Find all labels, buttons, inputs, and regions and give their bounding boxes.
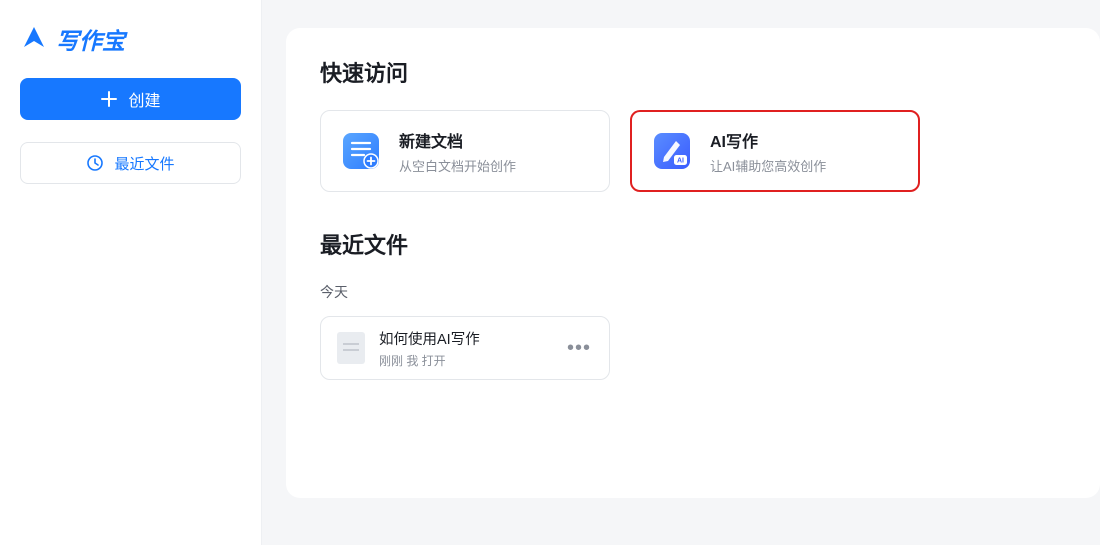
file-subtitle: 刚刚 我 打开 xyxy=(379,352,480,369)
plus-icon xyxy=(100,90,118,108)
clock-icon xyxy=(86,154,104,172)
ai-write-icon: AI xyxy=(650,129,694,173)
ai-write-card[interactable]: AI AI写作 让AI辅助您高效创作 xyxy=(630,110,920,192)
quick-access-title: 快速访问 xyxy=(320,56,1066,88)
card-title: 新建文档 xyxy=(399,128,516,152)
recent-file-item[interactable]: 如何使用AI写作 刚刚 我 打开 ••• xyxy=(320,316,610,380)
recent-group-label: 今天 xyxy=(320,282,1066,302)
create-button[interactable]: 创建 xyxy=(20,78,241,120)
recent-section-title: 最近文件 xyxy=(320,228,1066,260)
app-logo: 写作宝 xyxy=(20,18,241,56)
new-doc-icon xyxy=(339,129,383,173)
new-document-card[interactable]: 新建文档 从空白文档开始创作 xyxy=(320,110,610,192)
recent-files-label: 最近文件 xyxy=(114,153,174,174)
app-name: 写作宝 xyxy=(56,22,125,56)
more-icon[interactable]: ••• xyxy=(565,337,593,360)
card-subtitle: 让AI辅助您高效创作 xyxy=(710,156,826,175)
logo-icon xyxy=(20,25,48,53)
recent-files-button[interactable]: 最近文件 xyxy=(20,142,241,184)
document-icon xyxy=(337,332,365,364)
svg-text:AI: AI xyxy=(677,158,684,165)
card-title: AI写作 xyxy=(710,128,826,152)
create-button-label: 创建 xyxy=(128,87,160,111)
card-subtitle: 从空白文档开始创作 xyxy=(399,156,516,175)
file-title: 如何使用AI写作 xyxy=(379,328,480,349)
